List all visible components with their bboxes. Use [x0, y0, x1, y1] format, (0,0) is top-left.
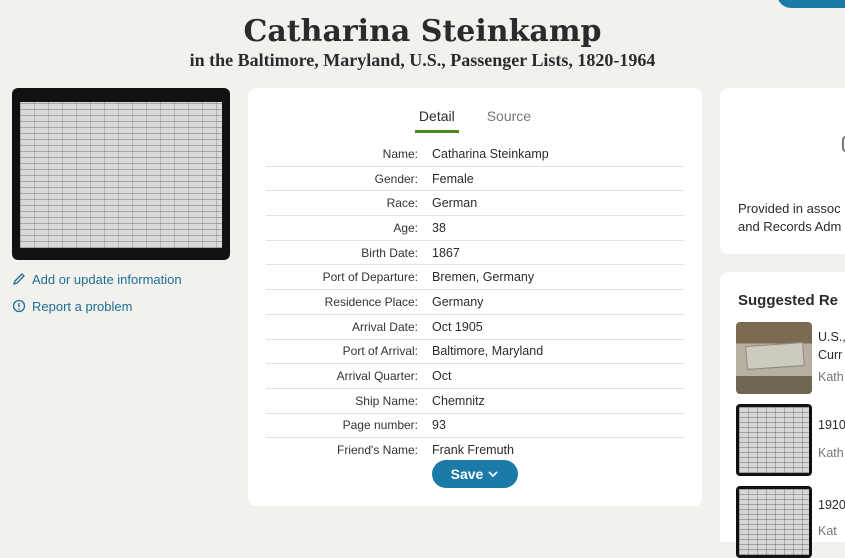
detail-value: Baltimore, Maryland [432, 344, 544, 359]
suggested-record-title: 1910 [818, 418, 845, 432]
detail-row: Age: 38 [266, 216, 684, 241]
add-update-info-label: Add or update information [32, 271, 182, 287]
detail-row: Gender: Female [266, 167, 684, 192]
detail-label: Port of Arrival: [342, 344, 418, 359]
detail-row: Ship Name: Chemnitz [266, 389, 684, 414]
provider-line-1: Provided in assoc [738, 201, 841, 216]
detail-value: Bremen, Germany [432, 270, 535, 285]
detail-row: Port of Departure: Bremen, Germany [266, 265, 684, 291]
provider-line-2: and Records Adm [738, 219, 842, 234]
suggested-records-title: Suggested Re [738, 292, 839, 309]
detail-row: Name: Catharina Steinkamp [266, 142, 684, 167]
suggested-record-item[interactable]: 1910 Kath [736, 400, 845, 476]
census-thumbnail [736, 404, 812, 476]
detail-label: Residence Place: [324, 294, 418, 309]
detail-value: Frank Fremuth [432, 443, 514, 458]
detail-card: Detail Source Name: Catharina Steinkamp G… [248, 88, 702, 506]
alert-circle-icon [12, 299, 26, 313]
detail-tabs: Detail Source [248, 108, 702, 133]
suggested-record-title: 1920 [818, 498, 845, 512]
detail-row: Arrival Date: Oct 1905 [266, 315, 684, 340]
suggested-record-title: U.S., Curr [818, 328, 845, 364]
chevron-down-icon [488, 471, 498, 478]
detail-row: Race: German [266, 191, 684, 217]
detail-value: German [432, 196, 478, 211]
suggested-record-person: Kat [818, 524, 837, 538]
census-thumbnail [736, 486, 812, 558]
suggested-title-line-1: U.S., [818, 330, 845, 344]
detail-value: Female [432, 171, 474, 186]
provider-text: Provided in assoc and Records Adm [738, 200, 841, 236]
detail-label: Age: [393, 220, 418, 235]
tab-detail[interactable]: Detail [414, 108, 459, 133]
detail-value: 38 [432, 220, 446, 235]
detail-label: Gender: [374, 171, 418, 186]
detail-label: Name: [382, 146, 418, 161]
add-update-info-link[interactable]: Add or update information [12, 268, 182, 290]
save-button-label: Save [450, 466, 484, 482]
collection-subtitle: in the Baltimore, Maryland, U.S., Passen… [189, 50, 656, 70]
suggested-title-line-2: Curr [818, 348, 843, 362]
detail-list: Name: Catharina Steinkamp Gender: Female R… [266, 142, 684, 462]
provider-card: Provided in assoc and Records Adm [720, 88, 845, 254]
detail-label: Port of Departure: [322, 270, 418, 285]
detail-value: 93 [432, 418, 446, 433]
suggested-record-item[interactable]: 1920 Kat [736, 482, 845, 558]
detail-value: 1867 [432, 245, 460, 260]
detail-label: Race: [386, 196, 418, 211]
detail-label: Arrival Date: [351, 319, 418, 334]
detail-label: Ship Name: [355, 393, 418, 408]
report-problem-label: Report a problem [32, 298, 133, 314]
record-actions: Add or update information Report a probl… [12, 268, 182, 322]
tab-source[interactable]: Source [483, 108, 535, 133]
detail-row: Residence Place: Germany [266, 290, 684, 315]
detail-value: Germany [432, 294, 484, 309]
detail-label: Friend's Name: [337, 443, 418, 458]
detail-label: Arrival Quarter: [336, 369, 418, 384]
detail-row: Friend's Name: Frank Fremuth [266, 438, 684, 462]
gravestone-thumbnail [736, 322, 812, 394]
detail-value: Catharina Steinkamp [432, 146, 549, 161]
top-button-edge[interactable] [777, 0, 845, 8]
suggested-record-person: Kath [818, 370, 844, 384]
detail-label: Page number: [342, 418, 418, 433]
pencil-icon [12, 273, 25, 286]
suggested-record-person: Kath [818, 446, 844, 460]
suggested-record-item[interactable]: U.S., Curr Kath [736, 318, 845, 394]
record-image [20, 102, 222, 248]
record-image-thumbnail[interactable] [12, 88, 230, 260]
detail-value: Oct [432, 369, 452, 384]
detail-row: Port of Arrival: Baltimore, Maryland [266, 340, 684, 365]
suggested-records-card: Suggested Re U.S., Curr Kath 1910 Kath 1… [720, 272, 845, 558]
page-title: Catharina Steinkamp [243, 14, 602, 49]
report-problem-link[interactable]: Report a problem [12, 295, 182, 317]
detail-row: Birth Date: 1867 [266, 241, 684, 266]
detail-value: Chemnitz [432, 393, 485, 408]
detail-value: Oct 1905 [432, 319, 483, 334]
detail-row: Page number: 93 [266, 414, 684, 439]
save-button[interactable]: Save [432, 460, 518, 488]
detail-label: Birth Date: [361, 245, 418, 260]
detail-row: Arrival Quarter: Oct [266, 364, 684, 389]
